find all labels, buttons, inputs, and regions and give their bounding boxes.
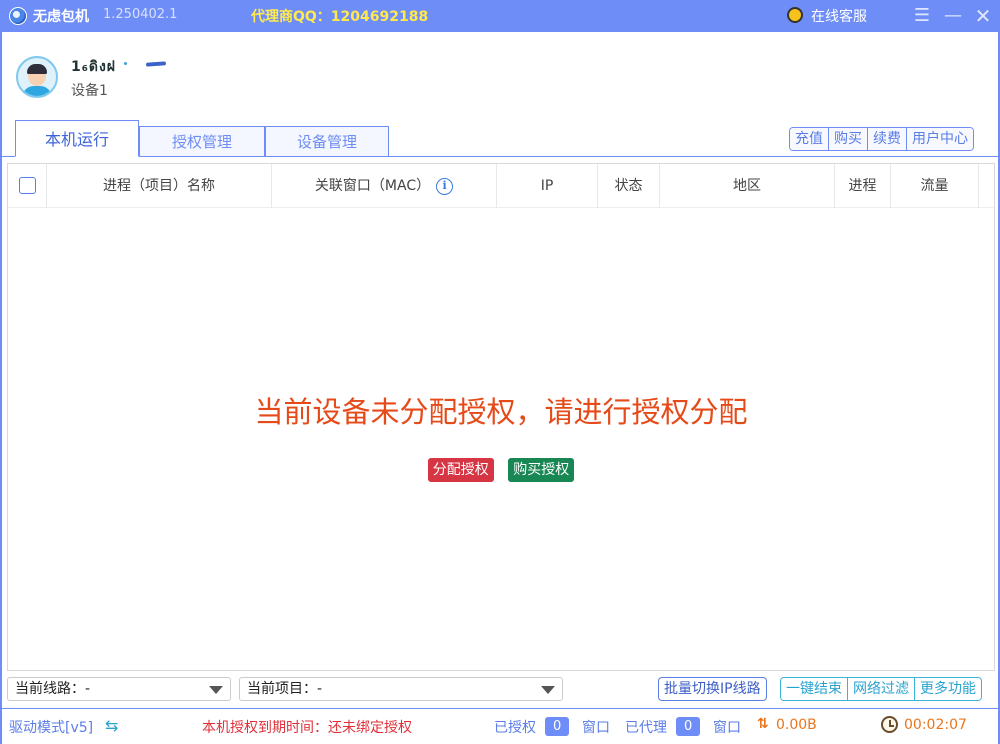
batch-switch-ip-button[interactable]: 批量切换IP线路: [658, 677, 767, 701]
chevron-down-icon: [209, 686, 223, 694]
process-table: 进程（项目）名称 关联窗口（MAC） i IP 状态 地区 进程 流量 当前设备未…: [7, 163, 995, 671]
column-region[interactable]: 地区: [660, 164, 835, 208]
chevron-down-icon: [541, 686, 555, 694]
window-label: 窗口: [582, 720, 610, 736]
user-name-mark-2: [145, 61, 167, 67]
refresh-icon[interactable]: ⇆: [105, 716, 118, 735]
user-center-button[interactable]: 用户中心: [907, 128, 973, 150]
column-process-name[interactable]: 进程（项目）名称: [47, 164, 272, 208]
traffic-icon: ⇅: [757, 716, 769, 732]
app-version: 1.250402.1: [103, 7, 178, 22]
more-functions-button[interactable]: 更多功能: [915, 678, 981, 700]
traffic-value: 0.00B: [776, 717, 817, 733]
menu-icon[interactable]: ☰: [910, 4, 934, 28]
driver-mode: 驱动模式[v5]: [9, 720, 94, 736]
app-logo-icon: [9, 7, 27, 25]
avatar[interactable]: [16, 56, 58, 98]
tab-device-management[interactable]: 设备管理: [265, 126, 389, 156]
window-label-2: 窗口: [713, 720, 741, 736]
agent-qq: 代理商QQ：1204692188: [251, 9, 429, 25]
license-expire-status: 本机授权到期时间：还未绑定授权: [202, 720, 412, 736]
column-status[interactable]: 状态: [598, 164, 660, 208]
info-icon[interactable]: i: [436, 177, 454, 195]
renew-button[interactable]: 续费: [868, 128, 907, 150]
tab-local-run[interactable]: 本机运行: [15, 120, 139, 157]
column-traffic[interactable]: 流量: [891, 164, 979, 208]
user-name-mark: [124, 62, 127, 65]
recharge-button[interactable]: 充值: [790, 128, 829, 150]
app-name: 无虑包机: [33, 9, 89, 25]
table-header: 进程（项目）名称 关联窗口（MAC） i IP 状态 地区 进程 流量: [8, 164, 994, 208]
window-border-left: [0, 32, 2, 744]
end-all-button[interactable]: 一键结束: [781, 678, 848, 700]
device-label: 设备1: [71, 83, 108, 99]
empty-state-message: 当前设备未分配授权，请进行授权分配: [254, 395, 748, 429]
buy-button[interactable]: 购买: [829, 128, 868, 150]
online-support-link[interactable]: 在线客服: [811, 6, 867, 26]
tab-auth-management[interactable]: 授权管理: [139, 126, 265, 156]
select-all-cell: [8, 164, 47, 208]
column-ip[interactable]: IP: [497, 164, 598, 208]
user-name: 1₆ดิงฝ: [71, 59, 117, 75]
proxied-label: 已代理: [625, 720, 667, 736]
proxied-count: 0: [676, 717, 701, 736]
authorized-count: 0: [545, 717, 570, 736]
tabs-divider: [2, 156, 998, 157]
run-timer: 00:02:07: [904, 717, 967, 733]
line-select[interactable]: 当前线路：-: [7, 677, 231, 701]
network-filter-button[interactable]: 网络过滤: [848, 678, 915, 700]
authorized-label: 已授权: [494, 720, 536, 736]
account-actions: 充值 购买 续费 用户中心: [789, 127, 974, 151]
column-linked-window-label: 关联窗口（MAC）: [314, 178, 431, 194]
buy-license-button[interactable]: 购买授权: [508, 458, 575, 482]
column-process[interactable]: 进程: [835, 164, 891, 208]
close-icon[interactable]: ✕: [971, 4, 995, 28]
line-select-value: 当前线路：-: [15, 681, 91, 697]
headset-icon[interactable]: [787, 7, 803, 23]
project-select-value: 当前项目：-: [247, 681, 323, 697]
tool-buttons: 一键结束 网络过滤 更多功能: [780, 677, 982, 701]
project-select[interactable]: 当前项目：-: [239, 677, 563, 701]
title-bar: 无虑包机 1.250402.1 代理商QQ：1204692188 在线客服 ☰ …: [0, 0, 1000, 32]
minimize-icon[interactable]: —: [941, 4, 965, 28]
clock-icon: [881, 716, 898, 733]
select-all-checkbox[interactable]: [19, 177, 36, 194]
column-linked-window[interactable]: 关联窗口（MAC） i: [272, 164, 497, 208]
status-divider: [2, 708, 998, 709]
empty-state-actions: 分配授权 购买授权: [8, 458, 994, 482]
assign-license-button[interactable]: 分配授权: [427, 458, 494, 482]
